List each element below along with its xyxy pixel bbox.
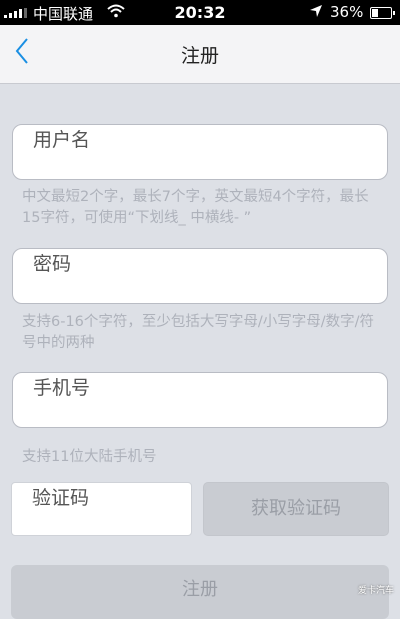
status-bar: 中国联通 20:32 36%	[0, 0, 400, 25]
username-hint: 中文最短2个字，最长7个字，英文最短4个字符，最长15字符，可使用“下划线_ 中…	[22, 189, 369, 226]
battery-icon	[370, 7, 395, 19]
password-field[interactable]	[12, 248, 388, 304]
password-input[interactable]	[13, 253, 387, 275]
phone-field[interactable]	[12, 372, 388, 428]
battery-level	[372, 9, 378, 17]
get-code-button[interactable]: 获取验证码	[203, 482, 389, 536]
verification-code-field[interactable]	[11, 482, 192, 536]
verification-code-input[interactable]	[12, 487, 191, 509]
username-input[interactable]	[13, 129, 387, 151]
location-arrow-icon	[309, 4, 323, 22]
battery-percent: 36%	[330, 3, 364, 21]
register-button[interactable]: 注册	[11, 565, 389, 619]
phone-input[interactable]	[13, 377, 387, 399]
phone-hint: 支持11位大陆手机号	[22, 449, 157, 465]
watermark: 爱卡汽车	[357, 586, 394, 596]
page-title: 注册	[180, 45, 219, 67]
password-hint: 支持6-16个字符，至少包括大写字母/小写字母/数字/符号中的两种	[22, 314, 375, 351]
username-field[interactable]	[12, 124, 388, 180]
navigation-bar: 注册	[0, 25, 400, 84]
